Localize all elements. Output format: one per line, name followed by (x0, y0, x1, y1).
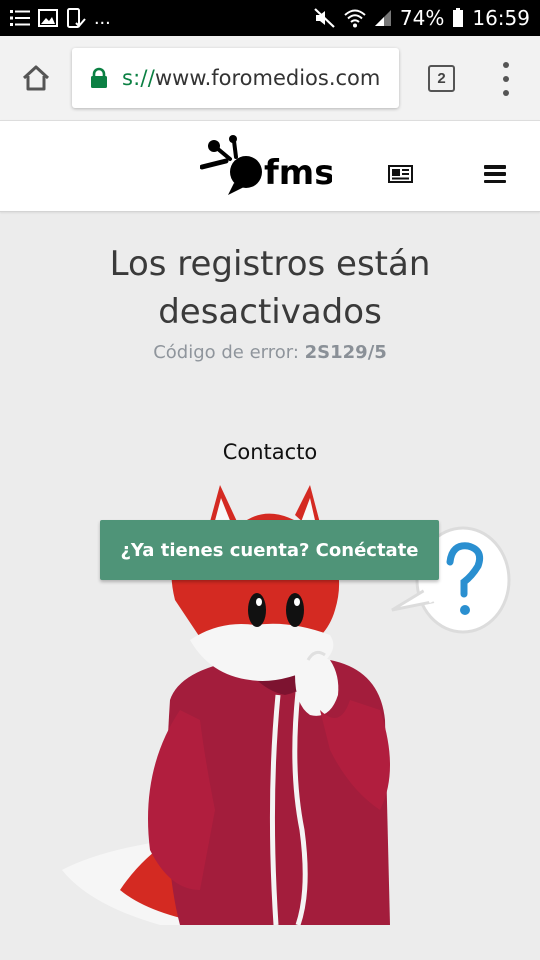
lock-icon (91, 67, 107, 88)
battery-icon (453, 8, 464, 27)
error-code: 2S129/5 (304, 342, 387, 363)
menu-dots-icon[interactable] (497, 62, 515, 96)
list-icon (10, 10, 30, 26)
url-scheme: s:// (122, 66, 155, 90)
status-more: ... (94, 6, 111, 29)
error-code-line: Código de error: 2S129/5 (0, 342, 540, 363)
url-bar[interactable]: s:// www.foromedios.com (72, 48, 399, 108)
status-bar: ... 74% 16:59 (0, 0, 540, 36)
clock: 16:59 (472, 6, 530, 30)
browser-toolbar: s:// www.foromedios.com 2 (0, 36, 540, 120)
page-title: Los registros están desactivados (109, 244, 431, 332)
signal-icon (374, 10, 391, 26)
site-header: fms (0, 120, 540, 212)
url-host: www.foromedios.com (154, 66, 381, 90)
error-label: Código de error: (153, 342, 299, 363)
home-button[interactable] (16, 58, 56, 98)
login-button[interactable]: ¿Ya tienes cuenta? Conéctate (100, 520, 439, 580)
mute-icon (314, 8, 335, 28)
status-notifications: ... (10, 7, 111, 30)
battery-percent: 74% (399, 6, 445, 30)
home-icon (22, 65, 50, 91)
tab-switcher-button[interactable]: 2 (428, 65, 455, 92)
site-logo[interactable]: fms (200, 135, 332, 199)
bottom-strip (0, 930, 540, 960)
contact-link[interactable]: Contacto (0, 440, 540, 464)
status-system: 74% 16:59 (314, 6, 530, 30)
logo-text: fms (264, 153, 332, 193)
news-icon[interactable] (388, 165, 413, 183)
hamburger-icon[interactable] (484, 165, 506, 183)
phone-check-icon (67, 8, 86, 28)
wifi-icon (344, 9, 366, 28)
image-icon (38, 9, 58, 27)
